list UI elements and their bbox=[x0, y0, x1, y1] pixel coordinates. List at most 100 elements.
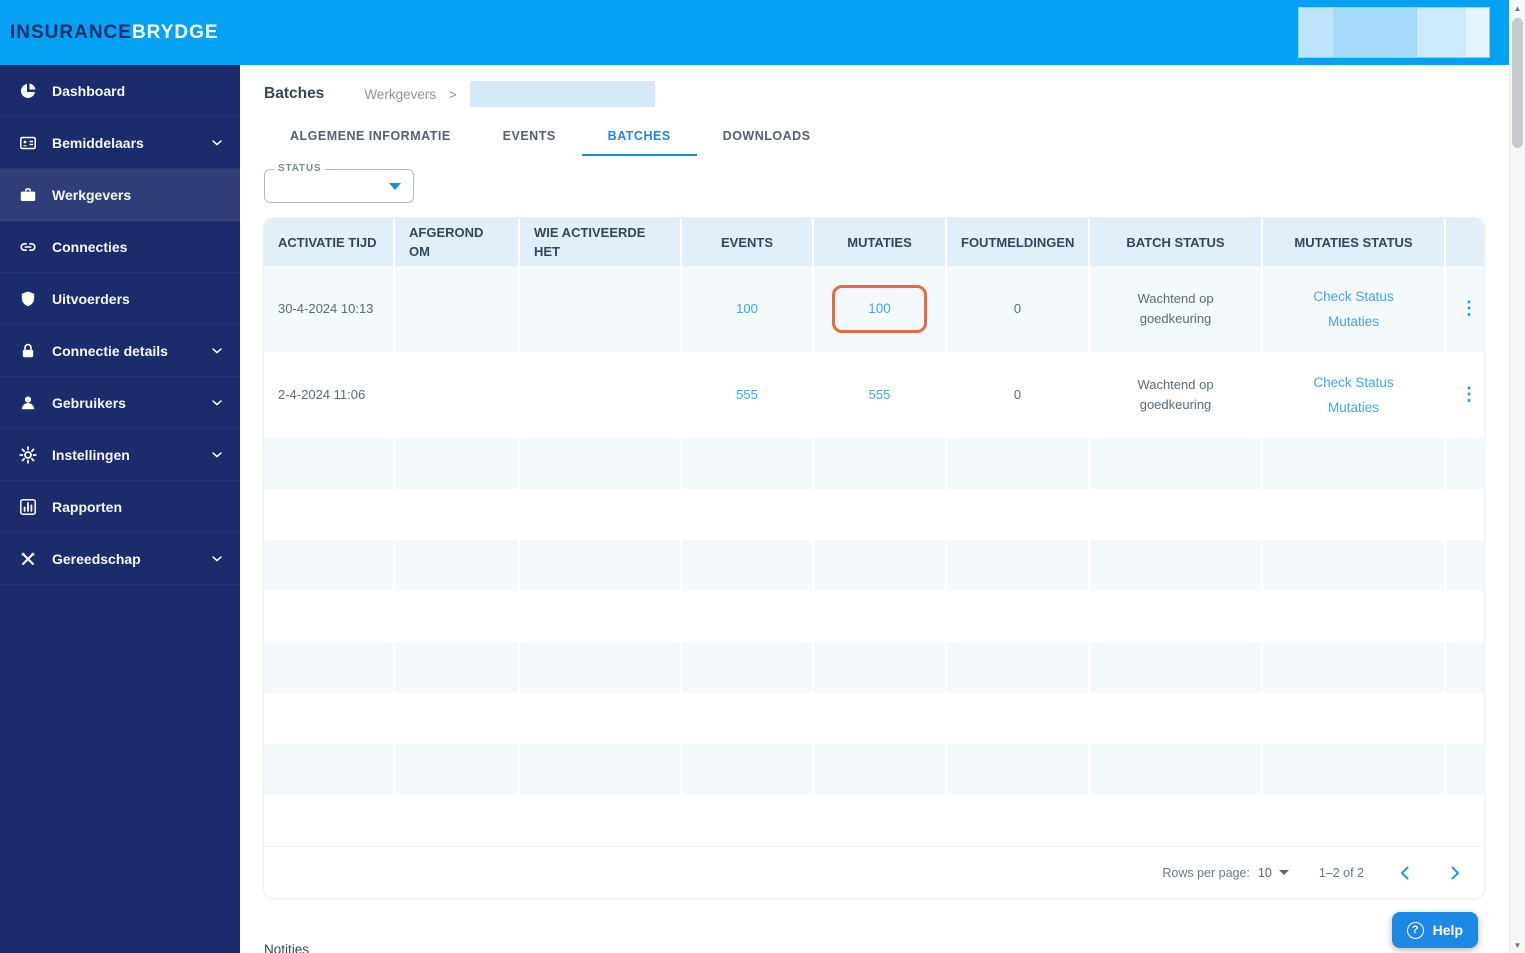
cell-batch-status: Wachtend op goedkeuring bbox=[1089, 352, 1263, 438]
dropdown-arrow-icon bbox=[389, 183, 401, 190]
col-header-mutaties-status: MUTATIES STATUS bbox=[1262, 218, 1446, 266]
previous-page-button[interactable] bbox=[1400, 866, 1409, 880]
empty-table-row bbox=[264, 591, 1484, 642]
mutaties-count-link[interactable]: 555 bbox=[869, 387, 891, 402]
main-content: Batches Werkgevers > ALGEMENE INFORMATIE… bbox=[240, 65, 1509, 953]
scrollbar-thumb[interactable] bbox=[1512, 18, 1523, 148]
sidebar-item-label: Werkgevers bbox=[52, 186, 132, 203]
col-header-activatie-tijd: ACTIVATIE TIJD bbox=[264, 218, 395, 266]
person-icon bbox=[18, 393, 37, 412]
empty-table-row bbox=[264, 438, 1484, 489]
page-title: Batches bbox=[264, 85, 325, 102]
breadcrumb-werkgevers[interactable]: Werkgevers bbox=[364, 87, 436, 102]
help-button-label: Help bbox=[1432, 922, 1463, 938]
col-header-mutaties: MUTATIES bbox=[813, 218, 947, 266]
gear-icon bbox=[18, 445, 37, 464]
scrollbar[interactable]: ▲ ▼ bbox=[1509, 0, 1525, 953]
question-mark-icon: ? bbox=[1406, 921, 1424, 939]
mutaties-count-link-highlighted[interactable]: 100 bbox=[832, 285, 927, 333]
events-count-link[interactable]: 555 bbox=[736, 387, 758, 402]
empty-table-row bbox=[264, 642, 1484, 693]
cell-mutaties-status: Check Status Mutaties bbox=[1262, 266, 1446, 352]
tools-icon bbox=[18, 549, 37, 568]
sidebar-item-gebruikers[interactable]: Gebruikers bbox=[0, 377, 240, 429]
bar-chart-icon bbox=[18, 497, 37, 516]
scroll-down-arrow-icon[interactable]: ▼ bbox=[1510, 937, 1525, 953]
cell-afgerond-om bbox=[394, 352, 520, 438]
sidebar-item-label: Instellingen bbox=[52, 446, 130, 463]
events-count-link[interactable]: 100 bbox=[736, 301, 758, 316]
sidebar-item-connectie-details[interactable]: Connectie details bbox=[0, 325, 240, 377]
empty-table-row bbox=[264, 693, 1484, 744]
sidebar: Dashboard Bemiddelaars Werkgevers Connec… bbox=[0, 65, 240, 953]
help-button[interactable]: ? Help bbox=[1391, 912, 1478, 948]
tab-bar: ALGEMENE INFORMATIE EVENTS BATCHES DOWNL… bbox=[264, 118, 1484, 156]
chevron-down-icon bbox=[212, 347, 222, 354]
table-row: 2-4-2024 11:06 555 555 0 Wachtend op goe… bbox=[264, 352, 1484, 438]
redacted-account-block bbox=[1298, 7, 1490, 58]
lock-icon bbox=[18, 341, 37, 360]
sidebar-item-label: Dashboard bbox=[52, 82, 126, 99]
sidebar-item-bemiddelaars[interactable]: Bemiddelaars bbox=[0, 117, 240, 169]
sidebar-item-werkgevers[interactable]: Werkgevers bbox=[0, 169, 240, 221]
chevron-left-icon bbox=[1401, 866, 1409, 879]
sidebar-item-dashboard[interactable]: Dashboard bbox=[0, 65, 240, 117]
cell-wie-activeerde bbox=[519, 352, 682, 438]
chevron-down-icon bbox=[212, 399, 222, 406]
sidebar-item-connecties[interactable]: Connecties bbox=[0, 221, 240, 273]
cell-activatie-tijd: 2-4-2024 11:06 bbox=[264, 352, 395, 438]
scroll-up-arrow-icon[interactable]: ▲ bbox=[1510, 0, 1525, 16]
tab-events[interactable]: EVENTS bbox=[477, 118, 582, 156]
sidebar-item-label: Uitvoerders bbox=[52, 290, 130, 307]
table-header-row: ACTIVATIE TIJD AFGEROND OM WIE ACTIVEERD… bbox=[264, 218, 1484, 266]
sidebar-item-label: Connectie details bbox=[52, 342, 168, 359]
status-filter-label: STATUS bbox=[274, 163, 326, 174]
check-status-link[interactable]: Check Status bbox=[1277, 370, 1430, 395]
empty-table-row bbox=[264, 744, 1484, 795]
rows-per-page-value: 10 bbox=[1257, 865, 1272, 880]
topbar: INSURANCEBRYDGE bbox=[0, 0, 1509, 65]
link-icon bbox=[18, 237, 37, 256]
col-header-wie-activeerde: WIE ACTIVEERDE HET bbox=[519, 218, 682, 266]
empty-table-row bbox=[264, 489, 1484, 540]
brand-primary: INSURANCE bbox=[10, 21, 132, 43]
cell-foutmeldingen: 0 bbox=[946, 352, 1090, 438]
kebab-menu-icon[interactable]: ⋮ bbox=[1460, 384, 1478, 404]
kebab-menu-icon[interactable]: ⋮ bbox=[1460, 298, 1478, 318]
redacted-breadcrumb-block bbox=[469, 81, 655, 107]
sidebar-item-rapporten[interactable]: Rapporten bbox=[0, 481, 240, 533]
col-header-foutmeldingen: FOUTMELDINGEN bbox=[946, 218, 1090, 266]
sidebar-item-gereedschap[interactable]: Gereedschap bbox=[0, 533, 240, 585]
tab-algemene-informatie[interactable]: ALGEMENE INFORMATIE bbox=[264, 118, 477, 156]
tab-batches[interactable]: BATCHES bbox=[581, 118, 697, 156]
check-status-link[interactable]: Check Status bbox=[1277, 284, 1430, 309]
dropdown-caret-icon bbox=[1278, 870, 1289, 875]
cell-mutaties-status: Check Status Mutaties bbox=[1262, 352, 1446, 438]
chevron-down-icon bbox=[212, 555, 222, 562]
mutaties-link[interactable]: Mutaties bbox=[1277, 395, 1430, 420]
sidebar-item-label: Gebruikers bbox=[52, 394, 126, 411]
cell-afgerond-om bbox=[394, 266, 520, 352]
empty-table-row bbox=[264, 795, 1484, 846]
pagination-range: 1–2 of 2 bbox=[1318, 865, 1364, 880]
sidebar-item-label: Gereedschap bbox=[52, 550, 141, 567]
tab-downloads[interactable]: DOWNLOADS bbox=[697, 118, 837, 156]
mutaties-link[interactable]: Mutaties bbox=[1277, 309, 1430, 334]
chevron-down-icon bbox=[212, 451, 222, 458]
breadcrumb: Batches Werkgevers > bbox=[264, 79, 1484, 109]
batches-table: ACTIVATIE TIJD AFGEROND OM WIE ACTIVEERD… bbox=[264, 218, 1484, 846]
col-header-actions bbox=[1445, 218, 1484, 266]
chevron-down-icon bbox=[212, 139, 222, 146]
status-filter-select[interactable]: STATUS bbox=[264, 163, 414, 203]
next-page-button[interactable] bbox=[1451, 866, 1460, 880]
sidebar-item-uitvoerders[interactable]: Uitvoerders bbox=[0, 273, 240, 325]
table-pagination: Rows per page: 10 1–2 of 2 bbox=[264, 846, 1484, 898]
empty-table-row bbox=[264, 540, 1484, 591]
sidebar-item-label: Rapporten bbox=[52, 498, 122, 515]
brand-secondary: BRYDGE bbox=[131, 21, 219, 43]
sidebar-item-instellingen[interactable]: Instellingen bbox=[0, 429, 240, 481]
cell-activatie-tijd: 30-4-2024 10:13 bbox=[264, 266, 395, 352]
rows-per-page-select[interactable]: 10 bbox=[1258, 866, 1289, 880]
rows-per-page-label: Rows per page: bbox=[1162, 865, 1250, 880]
col-header-afgerond-om: AFGEROND OM bbox=[394, 218, 520, 266]
